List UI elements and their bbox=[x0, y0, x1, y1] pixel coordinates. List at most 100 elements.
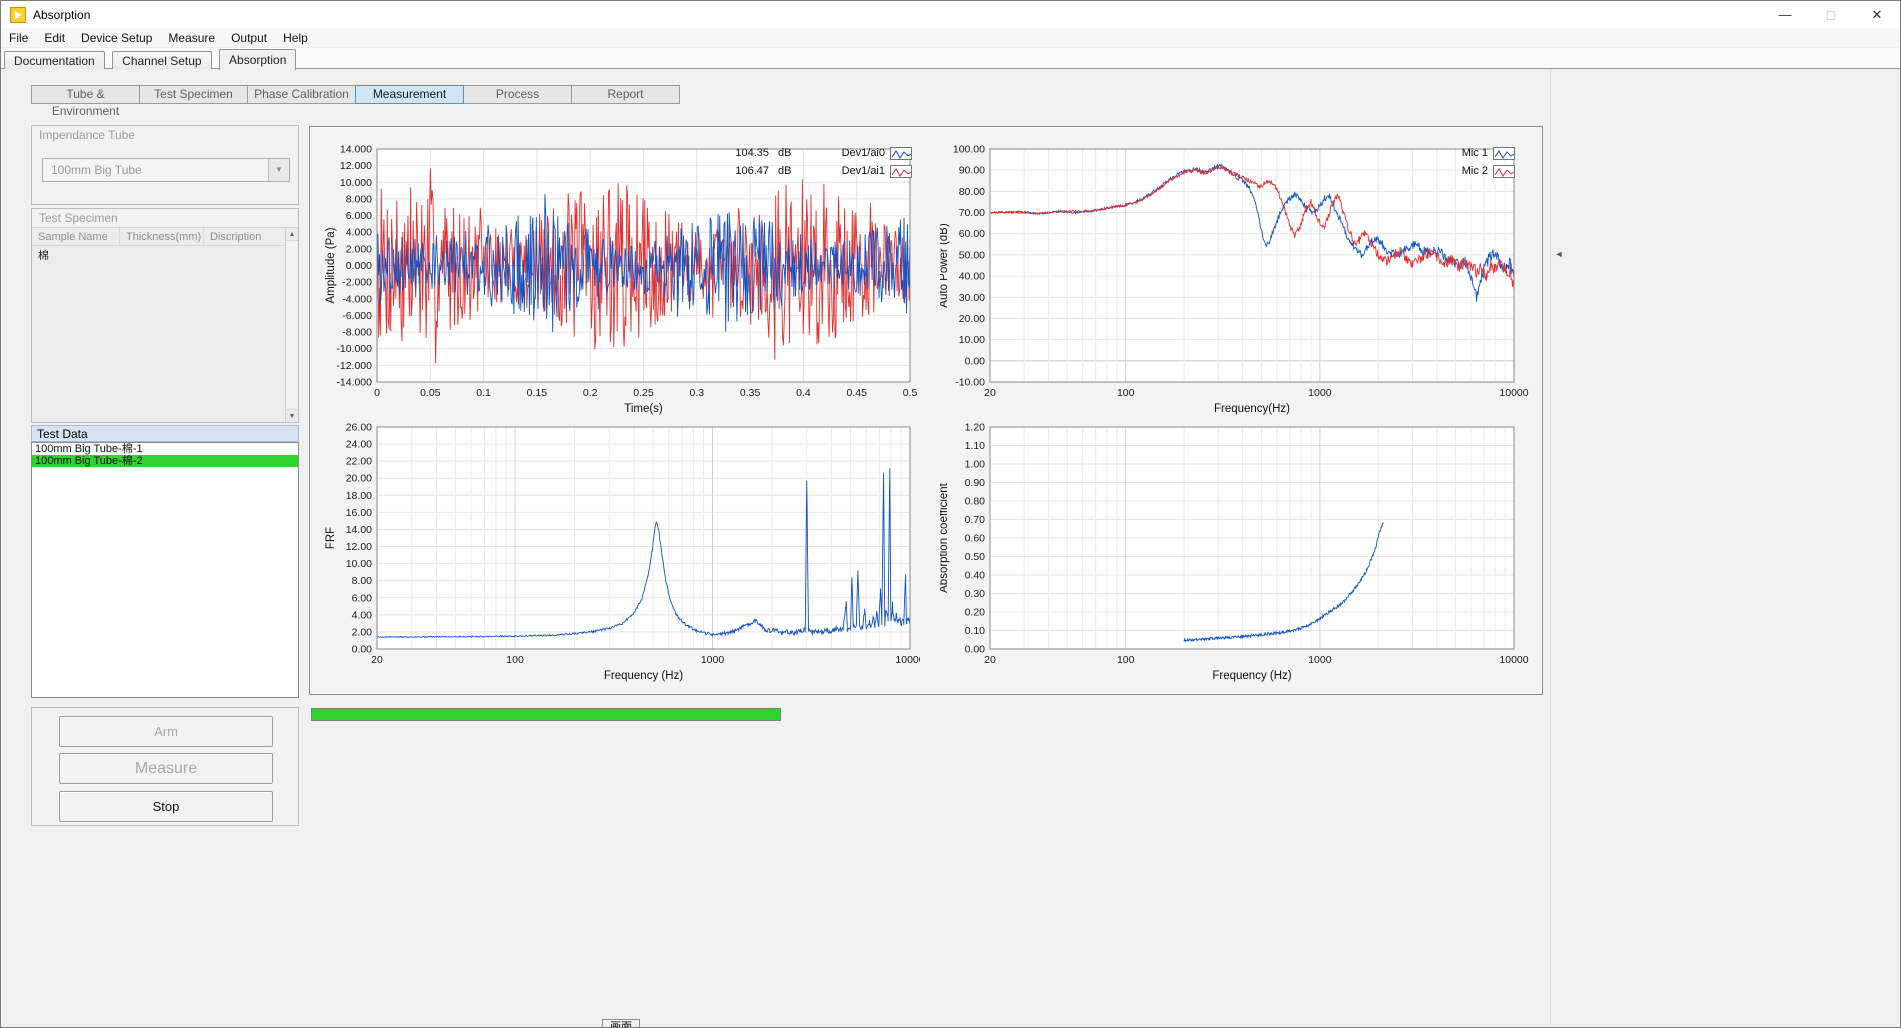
tab-channel-setup[interactable]: Channel Setup bbox=[112, 51, 211, 69]
menu-help[interactable]: Help bbox=[275, 29, 316, 47]
svg-text:90.00: 90.00 bbox=[959, 165, 985, 177]
stop-button[interactable]: Stop bbox=[59, 791, 273, 822]
list-item-selected[interactable]: 100mm Big Tube-棉-2 bbox=[32, 455, 298, 467]
absorption-subtabs: Tube & Environment Test Specimen Phase C… bbox=[31, 85, 680, 104]
absorption-coefficient-chart: 0.000.100.200.300.400.500.600.700.800.90… bbox=[940, 410, 1544, 692]
menu-output[interactable]: Output bbox=[223, 29, 275, 47]
menu-edit[interactable]: Edit bbox=[36, 29, 73, 47]
svg-text:0.35: 0.35 bbox=[740, 387, 761, 399]
menu-measure[interactable]: Measure bbox=[160, 29, 223, 47]
minimize-button[interactable]: — bbox=[1762, 1, 1808, 28]
frf-chart: 0.002.004.006.008.0010.0012.0014.0016.00… bbox=[320, 410, 920, 692]
legend-label-ai1: Dev1/ai1 bbox=[842, 165, 885, 177]
svg-text:12.00: 12.00 bbox=[346, 541, 372, 553]
svg-text:1.00: 1.00 bbox=[965, 459, 986, 471]
legend-entry-ai0[interactable]: 104.35 dB Dev1/ai0 bbox=[725, 144, 912, 162]
table-vertical-scrollbar[interactable]: ▲ ▼ bbox=[285, 228, 298, 422]
measurement-charts-panel: -14.000-12.000-10.000-8.000-6.000-4.000-… bbox=[309, 126, 1543, 695]
svg-text:50.00: 50.00 bbox=[959, 249, 985, 261]
svg-text:-2.000: -2.000 bbox=[342, 277, 372, 289]
menu-device-setup[interactable]: Device Setup bbox=[73, 29, 160, 47]
chart-svg: 0.002.004.006.008.0010.0012.0014.0016.00… bbox=[320, 410, 920, 692]
svg-text:40.00: 40.00 bbox=[959, 271, 985, 283]
legend-label-mic2: Mic 2 bbox=[1462, 165, 1488, 177]
svg-text:12.000: 12.000 bbox=[340, 160, 372, 172]
menu-file[interactable]: File bbox=[1, 29, 36, 47]
x-axis-label: Frequency (Hz) bbox=[604, 670, 683, 682]
bottom-window-tab[interactable]: 画面 bbox=[602, 1019, 640, 1028]
table-row[interactable]: 棉 bbox=[32, 246, 298, 260]
tab-documentation[interactable]: Documentation bbox=[4, 51, 105, 69]
svg-text:0.20: 0.20 bbox=[965, 607, 986, 619]
svg-text:1000: 1000 bbox=[701, 654, 725, 666]
impedance-tube-selected-value: 100mm Big Tube bbox=[51, 163, 142, 177]
svg-text:100: 100 bbox=[1117, 387, 1135, 399]
svg-text:100: 100 bbox=[506, 654, 524, 666]
legend-entry-mic2[interactable]: Mic 2 bbox=[1429, 162, 1515, 180]
tab-absorption[interactable]: Absorption bbox=[219, 49, 296, 70]
cell-discription bbox=[204, 246, 285, 260]
progress-fill bbox=[312, 709, 780, 720]
column-thickness[interactable]: Thickness(mm) bbox=[120, 228, 204, 245]
svg-text:14.000: 14.000 bbox=[340, 144, 372, 156]
subtab-measurement[interactable]: Measurement bbox=[355, 85, 464, 104]
scroll-up-icon[interactable]: ▲ bbox=[286, 228, 298, 241]
scroll-down-icon[interactable]: ▼ bbox=[286, 409, 298, 422]
subtab-process[interactable]: Process bbox=[463, 85, 572, 104]
column-sample-name[interactable]: Sample Name bbox=[32, 228, 120, 245]
svg-text:0.00: 0.00 bbox=[965, 644, 986, 656]
impedance-tube-dropdown[interactable]: 100mm Big Tube ▼ bbox=[42, 158, 290, 182]
svg-text:10000: 10000 bbox=[1499, 654, 1528, 666]
app-window: Absorption — ◻ ✕ File Edit Device Setup … bbox=[0, 0, 1901, 1028]
subtab-report[interactable]: Report bbox=[571, 85, 680, 104]
svg-text:2.000: 2.000 bbox=[346, 243, 372, 255]
svg-text:0.50: 0.50 bbox=[965, 551, 986, 563]
svg-text:0.25: 0.25 bbox=[633, 387, 654, 399]
svg-text:1000: 1000 bbox=[1308, 387, 1332, 399]
waveform-icon[interactable] bbox=[890, 165, 912, 178]
column-discription[interactable]: Discription bbox=[204, 228, 285, 245]
svg-text:8.00: 8.00 bbox=[352, 575, 373, 587]
legend-entry-mic1[interactable]: Mic 1 bbox=[1429, 144, 1515, 162]
y-axis-label: FRF bbox=[325, 527, 337, 549]
auto-power-legend: Mic 1 Mic 2 bbox=[1429, 144, 1515, 180]
svg-text:10000: 10000 bbox=[1499, 387, 1528, 399]
svg-text:10.00: 10.00 bbox=[959, 334, 985, 346]
waveform-icon[interactable] bbox=[890, 147, 912, 160]
svg-text:-6.000: -6.000 bbox=[342, 310, 372, 322]
level-readout-ai0: 104.35 bbox=[725, 147, 769, 159]
svg-text:1.10: 1.10 bbox=[965, 440, 986, 452]
impedance-tube-group: Impendance Tube 100mm Big Tube ▼ bbox=[31, 125, 299, 205]
svg-text:0.60: 0.60 bbox=[965, 533, 986, 545]
svg-text:-14.000: -14.000 bbox=[336, 377, 372, 389]
svg-text:-10.000: -10.000 bbox=[336, 343, 372, 355]
window-title: Absorption bbox=[33, 8, 90, 22]
legend-entry-ai1[interactable]: 106.47 dB Dev1/ai1 bbox=[725, 162, 912, 180]
chevron-down-icon[interactable]: ▼ bbox=[268, 159, 289, 181]
test-data-header: Test Data bbox=[31, 425, 299, 442]
arm-button[interactable]: Arm bbox=[59, 716, 273, 747]
subtab-tube-environment[interactable]: Tube & Environment bbox=[31, 85, 140, 104]
subtab-test-specimen[interactable]: Test Specimen bbox=[139, 85, 248, 104]
svg-text:60.00: 60.00 bbox=[959, 228, 985, 240]
list-item[interactable]: 100mm Big Tube-棉-1 bbox=[32, 443, 298, 455]
subtab-phase-calibration[interactable]: Phase Calibration bbox=[247, 85, 356, 104]
cell-thickness bbox=[120, 246, 204, 260]
y-axis-label: Auto Power (dB) bbox=[940, 223, 950, 308]
main-tab-strip: Documentation Channel Setup Absorption bbox=[1, 48, 1900, 69]
splitter-collapse-icon[interactable]: ◄ bbox=[1553, 247, 1565, 261]
waveform-icon[interactable] bbox=[1493, 165, 1515, 178]
close-button[interactable]: ✕ bbox=[1854, 1, 1900, 28]
svg-text:-8.000: -8.000 bbox=[342, 327, 372, 339]
svg-text:-10.00: -10.00 bbox=[955, 377, 985, 389]
svg-text:-4.000: -4.000 bbox=[342, 293, 372, 305]
svg-text:0.30: 0.30 bbox=[965, 588, 986, 600]
waveform-icon[interactable] bbox=[1493, 147, 1515, 160]
svg-text:20.00: 20.00 bbox=[346, 473, 372, 485]
test-specimen-title: Test Specimen bbox=[39, 211, 118, 225]
measure-button[interactable]: Measure bbox=[59, 753, 273, 784]
menu-bar: File Edit Device Setup Measure Output He… bbox=[1, 28, 1900, 48]
legend-label-mic1: Mic 1 bbox=[1462, 147, 1488, 159]
svg-text:20.00: 20.00 bbox=[959, 313, 985, 325]
svg-text:1000: 1000 bbox=[1308, 654, 1332, 666]
